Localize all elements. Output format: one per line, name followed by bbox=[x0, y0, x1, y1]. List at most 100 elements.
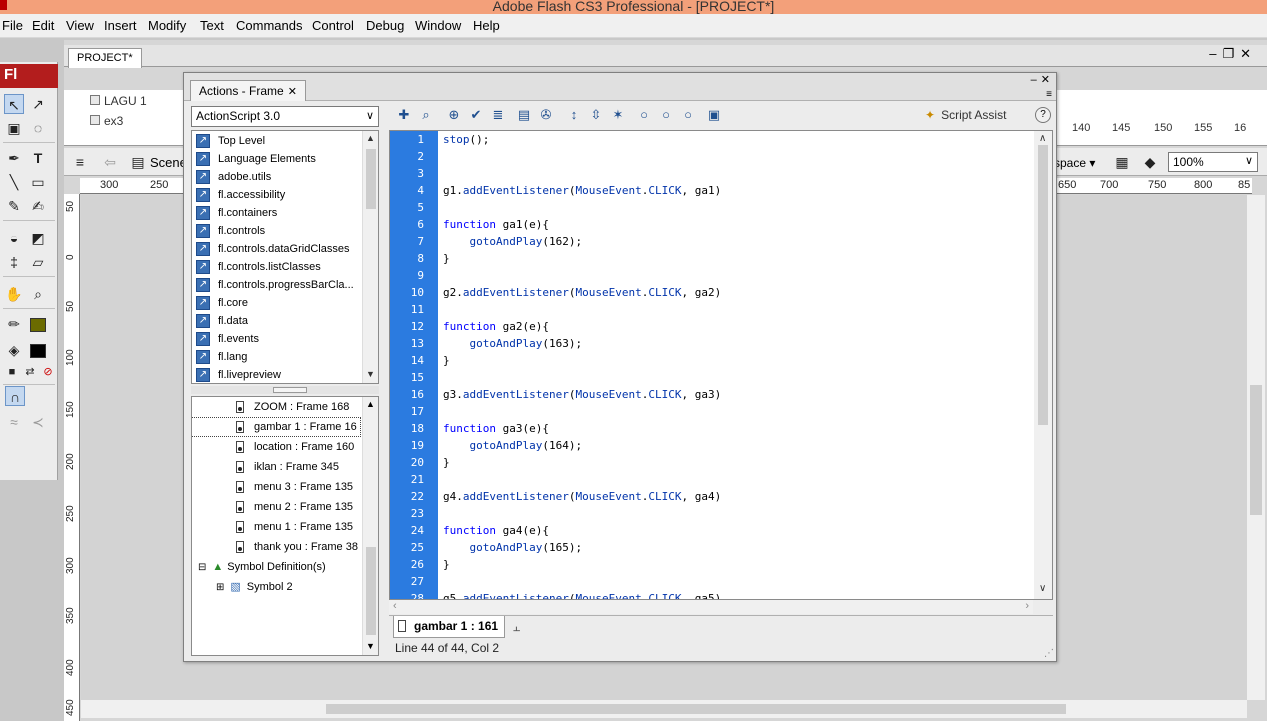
pencil-tool-icon[interactable]: ✎ bbox=[4, 196, 24, 216]
rectangle-tool-icon[interactable]: ▭ bbox=[28, 172, 48, 192]
smooth-icon[interactable]: ≈ bbox=[4, 412, 24, 432]
stroke-color-swatch[interactable] bbox=[28, 314, 48, 334]
check-syntax-icon[interactable]: ✔ bbox=[467, 106, 485, 124]
menu-view[interactable]: View bbox=[66, 18, 94, 33]
stage-horizontal-scrollbar[interactable] bbox=[81, 700, 1247, 718]
toolbox-item[interactable]: ↗ fl.controls.listClasses bbox=[196, 258, 364, 276]
toolbox-item[interactable]: ↗ fl.core bbox=[196, 294, 364, 312]
auto-format-icon[interactable]: ≣ bbox=[489, 106, 507, 124]
debug-options-icon[interactable]: ✇ bbox=[537, 106, 555, 124]
navigator-item[interactable]: menu 3 : Frame 135 bbox=[236, 478, 353, 496]
snap-magnet-icon[interactable]: ∩ bbox=[5, 386, 25, 406]
apply-block-comment-icon[interactable]: ○ bbox=[635, 106, 653, 124]
chevron-right-icon[interactable]: › bbox=[1025, 600, 1029, 612]
toolbox-item[interactable]: ↗ fl.data bbox=[196, 312, 364, 330]
close-icon[interactable]: ✕ bbox=[288, 86, 297, 98]
navigator-item[interactable]: ZOOM : Frame 168 bbox=[236, 398, 349, 416]
menu-control[interactable]: Control bbox=[312, 18, 354, 33]
scroll-thumb[interactable] bbox=[366, 149, 376, 209]
menu-help[interactable]: Help bbox=[473, 18, 500, 33]
menu-modify[interactable]: Modify bbox=[148, 18, 186, 33]
panel-menu-icon[interactable]: ≡ bbox=[1046, 89, 1052, 100]
toolbox-item[interactable]: ↗ fl.controls.dataGridClasses bbox=[196, 240, 364, 258]
toolbox-item[interactable]: ↗ fl.containers bbox=[196, 204, 364, 222]
toolbox-item[interactable]: ↗ fl.lang bbox=[196, 348, 364, 366]
scroll-thumb[interactable] bbox=[366, 547, 376, 635]
toolbox-item[interactable]: ↗ fl.controls bbox=[196, 222, 364, 240]
navigator-item[interactable]: menu 2 : Frame 135 bbox=[236, 498, 353, 516]
insert-target-path-icon[interactable]: ⊕ bbox=[445, 106, 463, 124]
zoom-select[interactable]: 100% ∨ bbox=[1168, 152, 1258, 172]
toolbox-item[interactable]: ↗ fl.events bbox=[196, 330, 364, 348]
code-editor[interactable]: 1 2 3 4 5 6 7 8 9 10 11 12 13 14 15 16 17 18 19 20 21 22 23 24 2… bbox=[389, 130, 1053, 600]
panel-splitter[interactable] bbox=[191, 386, 379, 394]
panel-window-controls[interactable]: –✕ bbox=[1031, 73, 1054, 86]
navigator-item[interactable]: location : Frame 160 bbox=[236, 438, 354, 456]
toolbox-item[interactable]: ↗ fl.controls.progressBarCla... bbox=[196, 276, 364, 294]
line-tool-icon[interactable]: ╲ bbox=[4, 172, 24, 192]
scroll-thumb[interactable] bbox=[1250, 385, 1262, 515]
menu-edit[interactable]: Edit bbox=[32, 18, 54, 33]
stage-vertical-scrollbar[interactable] bbox=[1247, 195, 1265, 700]
resize-grip-icon[interactable]: ⋰ bbox=[1044, 648, 1054, 659]
expand-all-icon[interactable]: ✶ bbox=[609, 106, 627, 124]
collapse-between-braces-icon[interactable]: ↕ bbox=[565, 106, 583, 124]
selection-tool-icon[interactable]: ↖ bbox=[4, 94, 24, 114]
fill-color-swatch[interactable] bbox=[28, 340, 48, 360]
symbol-node[interactable]: ⊞ ▧ Symbol 2 bbox=[216, 578, 293, 596]
document-window-controls[interactable]: –❐✕ bbox=[1209, 46, 1257, 62]
toolbox-item[interactable]: ↗ Top Level bbox=[196, 132, 364, 150]
actionscript-version-select[interactable]: ActionScript 3.0 ∨ bbox=[191, 106, 379, 127]
splitter-grip[interactable] bbox=[273, 387, 307, 393]
collapse-icon[interactable]: ⊟ bbox=[198, 562, 206, 573]
toolbox-item[interactable]: ↗ fl.livepreview bbox=[196, 366, 364, 383]
menu-text[interactable]: Text bbox=[200, 18, 224, 33]
stroke-color-icon[interactable]: ✏ bbox=[4, 314, 24, 334]
editor-horizontal-scrollbar[interactable]: ‹ › bbox=[389, 600, 1033, 614]
swap-colors-icon[interactable]: ⇄ bbox=[20, 362, 40, 382]
navigator-item[interactable]: iklan : Frame 345 bbox=[236, 458, 339, 476]
toolbox-item[interactable]: ↗ fl.accessibility bbox=[196, 186, 364, 204]
pin-script-icon[interactable]: ⫠ bbox=[513, 620, 520, 635]
toolbox-item[interactable]: ↗ Language Elements bbox=[196, 150, 364, 168]
expand-icon[interactable]: ⊞ bbox=[216, 582, 224, 593]
chevron-up-icon[interactable]: ∧ bbox=[1039, 133, 1046, 144]
scroll-thumb[interactable] bbox=[326, 704, 1066, 714]
lasso-icon[interactable]: ◌ bbox=[28, 118, 48, 138]
pen-tool-icon[interactable]: ✒ bbox=[4, 148, 24, 168]
free-transform-icon[interactable]: ▣ bbox=[4, 118, 24, 138]
editor-vertical-scrollbar[interactable]: ∧ ∨ bbox=[1034, 131, 1052, 599]
edit-symbols-icon[interactable]: ◆ bbox=[1140, 152, 1160, 172]
back-arrow-icon[interactable]: ⇦ bbox=[100, 152, 120, 172]
eraser-icon[interactable]: ▱ bbox=[28, 252, 48, 272]
workspace-menu[interactable]: space ▾ bbox=[1054, 156, 1095, 170]
paint-bucket-icon[interactable]: ◩ bbox=[28, 228, 48, 248]
symbol-definitions-node[interactable]: ⊟ ▲ Symbol Definition(s) bbox=[198, 558, 326, 576]
menu-window[interactable]: Window bbox=[415, 18, 461, 33]
no-color-icon[interactable]: ⊘ bbox=[38, 362, 58, 382]
straighten-icon[interactable]: ≺ bbox=[28, 412, 48, 432]
timeline-toggle-icon[interactable]: ≡ bbox=[70, 152, 90, 172]
eyedropper-icon[interactable]: ‡ bbox=[4, 252, 24, 272]
menu-file[interactable]: File bbox=[2, 18, 23, 33]
chevron-down-icon[interactable]: ▼ bbox=[366, 641, 375, 651]
chevron-left-icon[interactable]: ‹ bbox=[393, 600, 397, 612]
collapse-selection-icon[interactable]: ⇳ bbox=[587, 106, 605, 124]
black-white-icon[interactable]: ■ bbox=[2, 362, 22, 382]
brush-tool-icon[interactable]: ✍ bbox=[28, 196, 48, 216]
scroll-thumb[interactable] bbox=[1038, 145, 1048, 425]
toolbox-item[interactable]: ↗ adobe.utils bbox=[196, 168, 364, 186]
menu-commands[interactable]: Commands bbox=[236, 18, 302, 33]
zoom-tool-icon[interactable]: ⌕ bbox=[28, 284, 48, 304]
apply-line-comment-icon[interactable]: ○ bbox=[657, 106, 675, 124]
chevron-up-icon[interactable]: ▲ bbox=[366, 133, 375, 143]
document-tab[interactable]: PROJECT* bbox=[68, 48, 142, 68]
navigator-item[interactable]: menu 1 : Frame 135 bbox=[236, 518, 353, 536]
chevron-down-icon[interactable]: ∨ bbox=[1039, 583, 1046, 594]
chevron-down-icon[interactable]: ▼ bbox=[366, 369, 375, 379]
layer-row[interactable]: LAGU 1 bbox=[68, 92, 180, 110]
toolbox-scrollbar[interactable]: ▲ ▼ bbox=[362, 131, 378, 383]
subselection-tool-icon[interactable]: ↗ bbox=[28, 94, 48, 114]
help-icon[interactable]: ? bbox=[1035, 107, 1051, 123]
navigator-item[interactable]: thank you : Frame 38 bbox=[236, 538, 358, 556]
